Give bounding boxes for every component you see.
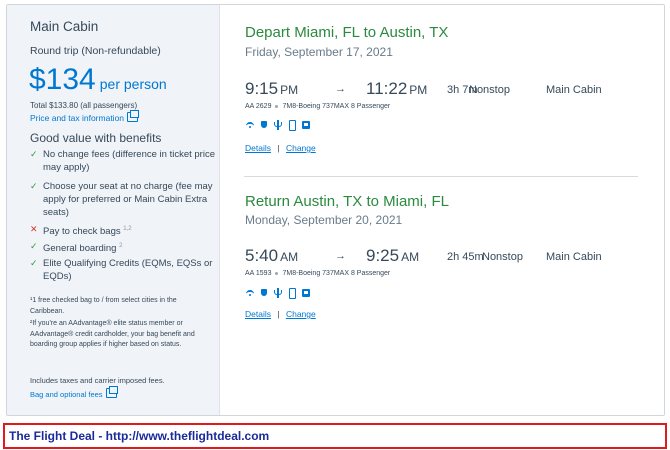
external-link-icon[interactable] <box>105 386 118 398</box>
flight-number: AA 2629 <box>245 103 272 110</box>
bag-fees-link[interactable]: Bag and optional fees <box>30 390 103 399</box>
price-amount: $134 <box>29 63 96 96</box>
footnote-marker: 2 <box>119 243 123 249</box>
return-change-link[interactable]: Change <box>286 309 316 319</box>
depart-links: Details | Change <box>245 143 316 153</box>
aircraft-type: 7M8-Boeing 737MAX 8 Passenger <box>282 103 391 110</box>
depart-date: Friday, September 17, 2021 <box>245 45 393 59</box>
footnote-marker: 1,2 <box>123 226 132 232</box>
dep-time-value: 5:40 <box>245 246 279 265</box>
return-dep-time: 5:40 AM <box>245 246 298 266</box>
benefit-item: ✓ Choose your seat at no charge (fee may… <box>30 180 215 219</box>
fare-summary-panel: Main Cabin Round trip (Non-refundable) $… <box>7 5 220 415</box>
trip-type: Round trip (Non-refundable) <box>30 45 161 57</box>
screen-icon <box>301 120 311 130</box>
return-date: Monday, September 20, 2021 <box>245 213 403 227</box>
return-stops: Nonstop <box>482 251 523 263</box>
total-price: Total $133.80 (all passengers) <box>30 101 138 110</box>
flight-segments-panel: Depart Miami, FL to Austin, TX Friday, S… <box>220 5 664 415</box>
separator-dot <box>275 104 279 108</box>
per-person-label: per person <box>99 76 167 92</box>
wifi-icon <box>245 120 255 130</box>
check-icon: ✓ <box>30 149 38 159</box>
benefit-item: ✕ Pay to check bags 1,2 <box>30 223 215 238</box>
benefits-title: Good value with benefits <box>30 131 162 145</box>
benefit-text: No change fees (difference in ticket pri… <box>43 149 215 173</box>
external-link-icon[interactable] <box>127 110 140 122</box>
phone-icon <box>287 287 297 299</box>
depart-amenities <box>245 116 315 134</box>
shield-icon <box>259 120 269 130</box>
price: $134 per person <box>29 63 167 97</box>
link-separator: | <box>277 143 280 153</box>
dep-ampm: PM <box>280 83 299 97</box>
check-icon: ✓ <box>30 258 38 268</box>
benefit-item: ✓ General boarding 2 <box>30 240 215 255</box>
link-separator: | <box>277 309 280 319</box>
depart-arr-time: 11:22 PM <box>366 79 427 99</box>
return-details-link[interactable]: Details <box>245 309 271 319</box>
return-title: Return Austin, TX to Miami, FL <box>245 193 449 210</box>
footnote-1: ¹1 free checked bag to / from select cit… <box>30 297 177 315</box>
power-icon <box>273 119 283 130</box>
return-links: Details | Change <box>245 309 316 319</box>
arr-time-value: 9:25 <box>366 246 400 265</box>
check-icon: ✓ <box>30 181 38 191</box>
power-icon <box>273 287 283 298</box>
arr-ampm: PM <box>409 83 428 97</box>
return-flight-info: AA 1593 7M8-Boeing 737MAX 8 Passenger <box>245 270 390 277</box>
dep-ampm: AM <box>280 250 299 264</box>
flight-number: AA 1593 <box>245 270 272 277</box>
bag-fees-link-row: Bag and optional fees <box>30 386 118 399</box>
benefit-text: Pay to check bags <box>43 226 121 238</box>
benefit-item: ✓ No change fees (difference in ticket p… <box>30 148 215 174</box>
benefit-text-row: General boarding 2 <box>43 240 215 255</box>
banner-text: The Flight Deal - http://www.theflightde… <box>9 429 270 443</box>
dep-time-value: 9:15 <box>245 79 279 98</box>
arrow-right-icon: → <box>335 83 346 95</box>
includes-taxes-note: Includes taxes and carrier imposed fees. <box>30 376 165 385</box>
return-duration: 2h 45m <box>447 251 484 263</box>
depart-stops: Nonstop <box>469 84 510 96</box>
segment-divider <box>244 176 638 177</box>
depart-cabin: Main Cabin <box>546 84 602 96</box>
depart-details-link[interactable]: Details <box>245 143 271 153</box>
depart-change-link[interactable]: Change <box>286 143 316 153</box>
benefit-text: General boarding <box>43 243 117 255</box>
return-amenities <box>245 284 315 302</box>
return-arr-time: 9:25 AM <box>366 246 419 266</box>
shield-icon <box>259 288 269 298</box>
depart-flight-info: AA 2629 7M8-Boeing 737MAX 8 Passenger <box>245 103 390 110</box>
depart-title: Depart Miami, FL to Austin, TX <box>245 24 449 41</box>
benefit-item: ✓ Elite Qualifying Credits (EQMs, EQSs o… <box>30 257 215 283</box>
depart-dep-time: 9:15 PM <box>245 79 298 99</box>
screen-icon <box>301 288 311 298</box>
footnote-2: ²If you're an AAdvantage® elite status m… <box>30 320 195 348</box>
benefit-text: Elite Qualifying Credits (EQMs, EQSs or … <box>43 258 213 282</box>
check-icon: ✓ <box>30 241 38 251</box>
aircraft-type: 7M8-Boeing 737MAX 8 Passenger <box>282 270 391 277</box>
price-tax-link[interactable]: Price and tax information <box>30 113 124 123</box>
phone-icon <box>287 119 297 131</box>
cross-icon: ✕ <box>30 224 38 234</box>
arrow-right-icon: → <box>335 250 346 262</box>
benefit-text: Choose your seat at no charge (fee may a… <box>43 181 213 218</box>
price-tax-link-row: Price and tax information <box>30 110 140 123</box>
cabin-title: Main Cabin <box>30 19 99 34</box>
return-cabin: Main Cabin <box>546 251 602 263</box>
itinerary-card: Main Cabin Round trip (Non-refundable) $… <box>6 4 665 416</box>
arr-time-value: 11:22 <box>366 79 408 98</box>
wifi-icon <box>245 288 255 298</box>
benefit-text-row: Pay to check bags 1,2 <box>43 223 215 238</box>
separator-dot <box>275 271 279 275</box>
arr-ampm: AM <box>401 250 420 264</box>
source-banner: The Flight Deal - http://www.theflightde… <box>3 423 667 449</box>
